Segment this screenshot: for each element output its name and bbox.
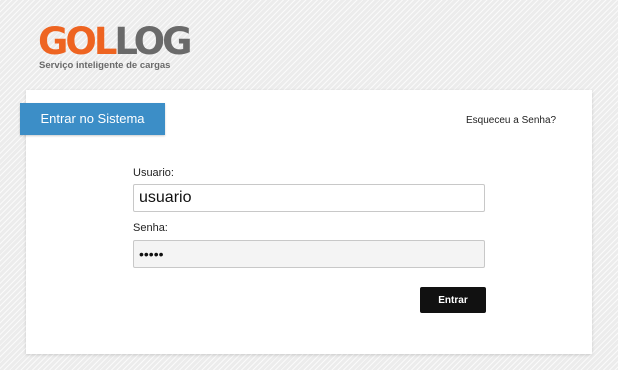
login-panel-tab: Entrar no Sistema xyxy=(20,103,165,135)
login-submit-button[interactable]: Entrar xyxy=(420,287,486,313)
logo-log-text: LOG xyxy=(114,20,192,63)
logo-tagline: Serviço inteligente de cargas xyxy=(39,60,171,71)
username-input[interactable] xyxy=(133,184,485,212)
gollog-logo: GOLLOG Serviço inteligente de cargas xyxy=(38,20,193,76)
logo-wordmark: GOLLOG xyxy=(38,20,193,63)
password-input[interactable] xyxy=(133,240,485,268)
username-label: Usuario: xyxy=(133,167,174,179)
password-label: Senha: xyxy=(133,222,168,234)
logo-gol-text: GOL xyxy=(38,20,117,63)
forgot-password-link[interactable]: Esqueceu a Senha? xyxy=(466,115,556,126)
